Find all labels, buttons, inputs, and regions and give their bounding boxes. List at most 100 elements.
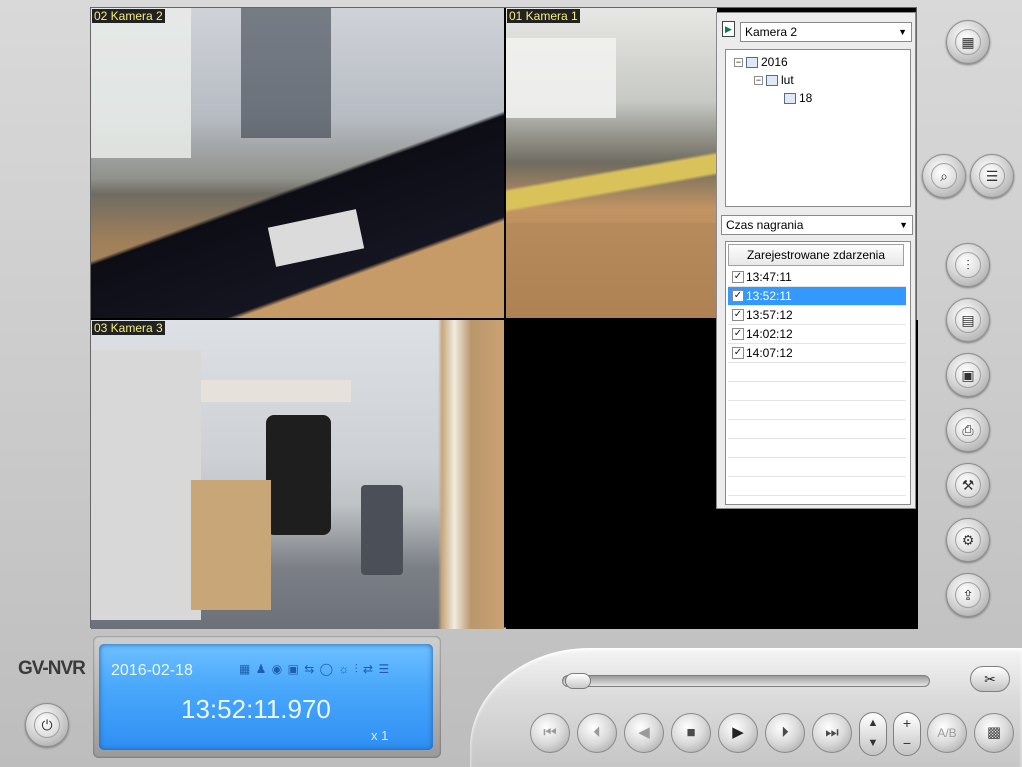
- event-checkbox[interactable]: ✓: [732, 290, 744, 302]
- event-checkbox[interactable]: ✓: [732, 271, 744, 283]
- event-row-empty: [728, 477, 906, 496]
- event-time: 13:57:12: [746, 308, 793, 322]
- event-checkbox[interactable]: ✓: [732, 309, 744, 321]
- tree-year-label: 2016: [761, 55, 788, 69]
- lcd-status-icons: ▦ ♟ ◉ ▣ ⇆ ◯ ☼ ⫶ ⇄ ☰: [239, 662, 391, 676]
- settings-sliders-button[interactable]: ⫶: [946, 243, 990, 287]
- stop-button[interactable]: ■: [671, 713, 711, 753]
- tree-node-year[interactable]: 2016: [746, 55, 788, 69]
- up-down-icon: ▲ ▼: [867, 717, 879, 749]
- go-to-start-button[interactable]: ⏮: [530, 713, 570, 753]
- event-row[interactable]: ✓ 13:47:11: [728, 268, 906, 287]
- plus-minus-icon: + −: [902, 715, 912, 751]
- cardboard-box: [506, 223, 717, 318]
- power-button[interactable]: ⏻: [25, 703, 69, 747]
- config-button[interactable]: ⚙: [946, 518, 990, 562]
- save-avi-button[interactable]: ▤: [946, 298, 990, 342]
- date-tree: − 2016 − lut 18: [725, 49, 911, 207]
- lcd-screen: 2016-02-18 ▦ ♟ ◉ ▣ ⇆ ◯ ☼ ⫶ ⇄ ☰ 13:52:11.…: [99, 644, 433, 750]
- gear-wrench-icon: ⚙: [955, 527, 981, 553]
- server-rack: [91, 8, 191, 158]
- search-icon: ⌕: [931, 163, 957, 189]
- event-row-empty: [728, 420, 906, 439]
- chevron-down-icon: ▼: [898, 27, 907, 37]
- event-row-empty: [728, 439, 906, 458]
- play-button[interactable]: ▶: [718, 713, 758, 753]
- seek-thumb[interactable]: [565, 673, 591, 689]
- event-row-empty: [728, 458, 906, 477]
- layout-icon: ▦: [955, 29, 981, 55]
- play-icon: ▶: [732, 724, 744, 741]
- cut-button[interactable]: ✂: [970, 666, 1010, 692]
- print-button[interactable]: ⎙: [946, 408, 990, 452]
- event-row[interactable]: ✓ 14:02:12: [728, 325, 906, 344]
- skip-end-icon: ⏭: [825, 724, 839, 741]
- zoom-plus-minus-button[interactable]: + −: [893, 712, 921, 756]
- event-checkbox[interactable]: ✓: [732, 328, 744, 340]
- play-arrow-icon[interactable]: ▶: [722, 21, 735, 37]
- ab-icon: A/B: [937, 726, 957, 740]
- tree-node-day[interactable]: 18: [784, 91, 812, 105]
- play-reverse-icon: ◀: [638, 724, 650, 741]
- cabinet: [91, 350, 201, 620]
- seek-bar[interactable]: [562, 675, 930, 687]
- tree-day-label: 18: [799, 91, 813, 105]
- events-header[interactable]: Zarejestrowane zdarzenia: [728, 244, 904, 266]
- collapse-toggle[interactable]: −: [754, 76, 763, 85]
- tools-icon: ⚒: [955, 472, 981, 498]
- camera-view-2[interactable]: 02 Kamera 2: [91, 8, 504, 318]
- chevron-down-icon: ▼: [899, 220, 908, 230]
- event-row[interactable]: ✓ 14:07:12: [728, 344, 906, 363]
- collapse-toggle[interactable]: −: [734, 58, 743, 67]
- list-icon: ☰: [979, 163, 1005, 189]
- next-frame-button[interactable]: ⏵: [765, 713, 805, 753]
- export-icon: ⇪: [955, 582, 981, 608]
- camera-label: 01 Kamera 1: [507, 9, 580, 23]
- event-checkbox[interactable]: ✓: [732, 347, 744, 359]
- event-time: 13:52:11: [746, 289, 792, 303]
- lcd-date: 2016-02-18: [111, 662, 193, 679]
- export-button[interactable]: ⇪: [946, 573, 990, 617]
- playback-panel: ▶ Kamera 2 ▼ − 2016 − lut 18 Czas nagran…: [716, 12, 916, 509]
- office-background: [241, 8, 331, 138]
- event-time: 13:47:11: [746, 270, 792, 284]
- lcd-time: 13:52:11.970: [181, 694, 331, 724]
- mode-select-value: Czas nagrania: [726, 218, 804, 232]
- skip-start-icon: ⏮: [543, 724, 557, 741]
- power-icon: ⏻: [34, 712, 60, 738]
- folder-icon: [766, 75, 778, 87]
- event-row[interactable]: ✓ 13:52:11: [728, 287, 906, 306]
- search-button[interactable]: ⌕: [922, 154, 966, 198]
- camera-view-1[interactable]: 01 Kamera 1: [506, 8, 717, 318]
- stop-icon: ■: [686, 724, 696, 741]
- go-to-end-button[interactable]: ⏭: [812, 713, 852, 753]
- save-avi-icon: ▤: [955, 307, 981, 333]
- events-list: Zarejestrowane zdarzenia ✓ 13:47:11 ✓ 13:52…: [725, 241, 911, 505]
- list-button[interactable]: ☰: [970, 154, 1014, 198]
- event-row-empty: [728, 401, 906, 420]
- layout-button[interactable]: ▦: [946, 20, 990, 64]
- event-row[interactable]: ✓ 13:57:12: [728, 306, 906, 325]
- brand-logo: GV-NVR: [18, 658, 86, 679]
- printer: [506, 38, 616, 118]
- tools-button[interactable]: ⚒: [946, 463, 990, 507]
- camera-label: 03 Kamera 3: [92, 321, 165, 335]
- camera-select-value: Kamera 2: [745, 25, 798, 39]
- fullscreen-button[interactable]: ▩: [974, 713, 1014, 753]
- play-reverse-button[interactable]: ◀: [624, 713, 664, 753]
- camera-view-3[interactable]: 03 Kamera 3: [91, 320, 504, 629]
- mode-select[interactable]: Czas nagrania ▼: [721, 215, 913, 235]
- previous-frame-button[interactable]: ⏴: [577, 713, 617, 753]
- camera-select[interactable]: Kamera 2 ▼: [740, 22, 912, 42]
- lcd-speed: x 1: [371, 728, 389, 743]
- step-back-icon: ⏴: [593, 724, 601, 741]
- step-forward-icon: ⏵: [781, 724, 789, 741]
- speed-updown-button[interactable]: ▲ ▼: [859, 712, 887, 756]
- chair: [266, 415, 331, 535]
- ab-repeat-button[interactable]: A/B: [927, 713, 967, 753]
- tree-node-month[interactable]: lut: [766, 73, 794, 87]
- event-row-empty: [728, 382, 906, 401]
- print-icon: ⎙: [955, 417, 981, 443]
- save-bmp-button[interactable]: ▣: [946, 353, 990, 397]
- fullscreen-icon: ▩: [986, 724, 1002, 741]
